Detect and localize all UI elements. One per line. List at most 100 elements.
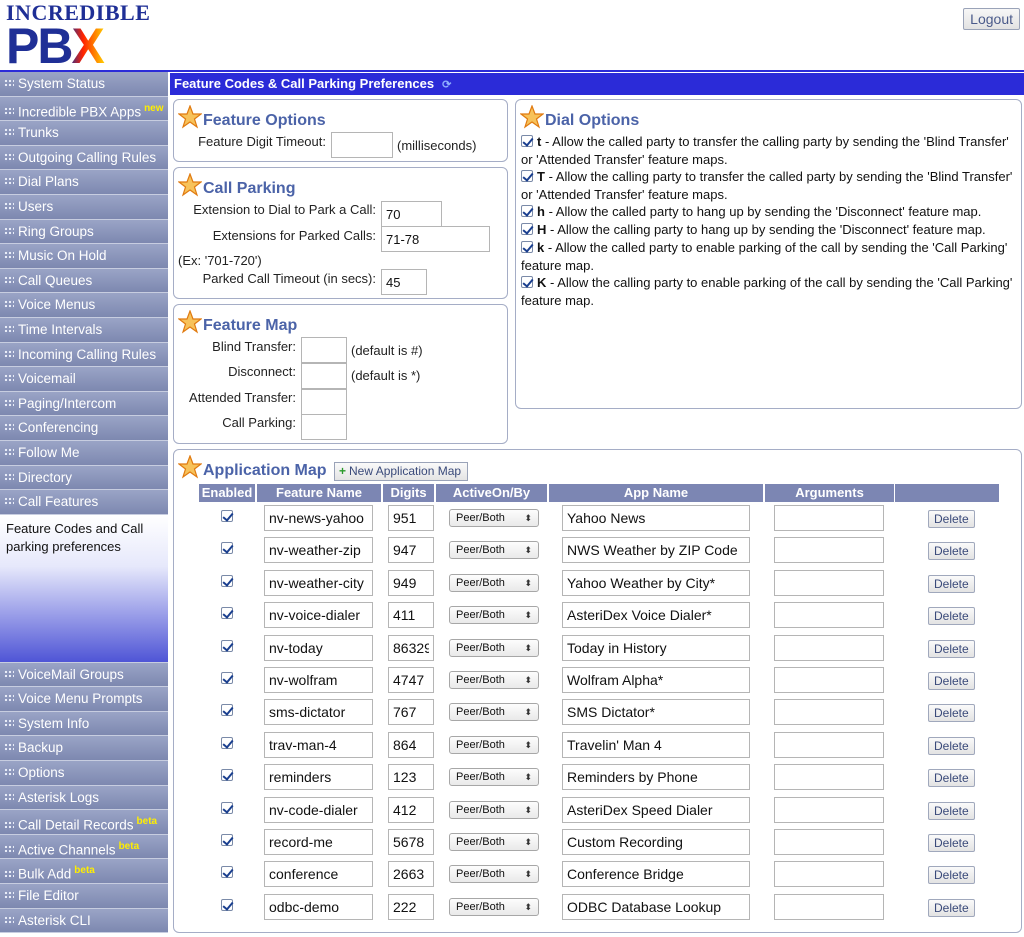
dial-option-checkbox[interactable]	[521, 205, 533, 217]
feature-name-input[interactable]	[264, 569, 373, 596]
delete-button[interactable]: Delete	[928, 834, 975, 852]
dial-option-checkbox[interactable]	[521, 223, 533, 235]
sidebar-item[interactable]: VoiceMail Groups	[0, 662, 168, 688]
feature-name-input[interactable]	[264, 829, 373, 855]
delete-button[interactable]: Delete	[928, 607, 975, 626]
delete-button[interactable]: Delete	[928, 736, 975, 755]
sidebar-item[interactable]: Ring Groups	[0, 219, 168, 245]
delete-button[interactable]: Delete	[928, 704, 975, 723]
parked-timeout-input[interactable]	[381, 269, 427, 295]
app-name-input[interactable]	[562, 505, 750, 531]
enabled-checkbox[interactable]	[221, 639, 233, 652]
arguments-input[interactable]	[774, 634, 884, 661]
disconnect-input[interactable]	[301, 363, 347, 389]
sidebar-item[interactable]: System Status	[0, 72, 168, 97]
sidebar-item[interactable]: Conferencing	[0, 416, 168, 441]
delete-button[interactable]: Delete	[928, 769, 975, 788]
app-name-input[interactable]	[562, 537, 750, 564]
feature-name-input[interactable]	[264, 764, 373, 791]
arguments-input[interactable]	[774, 699, 884, 726]
digits-input[interactable]	[388, 634, 434, 661]
active-on-select[interactable]: Peer/Both ⬍	[449, 703, 539, 722]
active-on-select[interactable]: Peer/Both ⬍	[449, 833, 539, 851]
arguments-input[interactable]	[774, 796, 884, 823]
digits-input[interactable]	[388, 602, 434, 629]
sidebar-item[interactable]: Outgoing Calling Rules	[0, 145, 168, 171]
arguments-input[interactable]	[774, 505, 884, 531]
enabled-checkbox[interactable]	[221, 801, 233, 814]
app-name-input[interactable]	[562, 764, 750, 791]
call-parking-map-input[interactable]	[301, 414, 347, 440]
app-name-input[interactable]	[562, 569, 750, 596]
arguments-input[interactable]	[774, 569, 884, 596]
logout-button[interactable]: Logout	[963, 8, 1020, 30]
digits-input[interactable]	[388, 537, 434, 564]
delete-button[interactable]: Delete	[928, 510, 975, 528]
delete-button[interactable]: Delete	[928, 542, 975, 561]
digits-input[interactable]	[388, 731, 434, 758]
sidebar-item[interactable]: Follow Me	[0, 440, 168, 466]
feature-name-input[interactable]	[264, 731, 373, 758]
active-on-select[interactable]: Peer/Both ⬍	[449, 541, 539, 560]
sidebar-item[interactable]: System Info	[0, 711, 168, 737]
feature-name-input[interactable]	[264, 505, 373, 531]
digit-timeout-input[interactable]	[331, 132, 393, 158]
feature-name-input[interactable]	[264, 699, 373, 726]
sidebar-item[interactable]: Call Detail Records beta	[0, 810, 168, 835]
arguments-input[interactable]	[774, 893, 884, 920]
sidebar-item[interactable]: Bulk Add beta	[0, 859, 168, 885]
active-on-select[interactable]: Peer/Both ⬍	[449, 638, 539, 657]
arguments-input[interactable]	[774, 861, 884, 888]
sidebar-item[interactable]: Call Queues	[0, 268, 168, 294]
refresh-icon[interactable]: ⟳	[442, 79, 451, 91]
digits-input[interactable]	[388, 796, 434, 823]
delete-button[interactable]: Delete	[928, 672, 975, 690]
enabled-checkbox[interactable]	[221, 510, 233, 522]
sidebar-item[interactable]: Users	[0, 194, 168, 220]
feature-name-input[interactable]	[264, 634, 373, 661]
sidebar-item[interactable]: File Editor	[0, 884, 168, 909]
sidebar-item[interactable]: Time Intervals	[0, 317, 168, 343]
digits-input[interactable]	[388, 829, 434, 855]
blind-transfer-input[interactable]	[301, 337, 347, 363]
new-application-map-button[interactable]: + New Application Map	[334, 462, 469, 481]
arguments-input[interactable]	[774, 731, 884, 758]
delete-button[interactable]: Delete	[928, 898, 975, 917]
enabled-checkbox[interactable]	[221, 866, 233, 879]
sidebar-item[interactable]: Voicemail	[0, 367, 168, 392]
sidebar-item[interactable]: Paging/Intercom	[0, 391, 168, 417]
app-name-input[interactable]	[562, 667, 750, 693]
app-name-input[interactable]	[562, 796, 750, 823]
digits-input[interactable]	[388, 699, 434, 726]
feature-name-input[interactable]	[264, 667, 373, 693]
enabled-checkbox[interactable]	[221, 736, 233, 749]
dial-option-checkbox[interactable]	[521, 276, 533, 288]
app-name-input[interactable]	[562, 602, 750, 629]
sidebar-item[interactable]: Incredible PBX Apps new	[0, 96, 168, 122]
enabled-checkbox[interactable]	[221, 542, 233, 555]
sidebar-item[interactable]: Asterisk Logs	[0, 785, 168, 811]
arguments-input[interactable]	[774, 764, 884, 791]
sidebar-item[interactable]: Directory	[0, 465, 168, 491]
sidebar-item[interactable]: Trunks	[0, 121, 168, 146]
active-on-select[interactable]: Peer/Both ⬍	[449, 768, 539, 787]
app-name-input[interactable]	[562, 699, 750, 726]
sidebar-item[interactable]: Backup	[0, 736, 168, 762]
attended-transfer-input[interactable]	[301, 389, 347, 415]
enabled-checkbox[interactable]	[221, 574, 233, 587]
dial-option-checkbox[interactable]	[521, 241, 533, 253]
delete-button[interactable]: Delete	[928, 801, 975, 820]
sidebar-item[interactable]: Asterisk CLI	[0, 908, 168, 934]
sidebar-item[interactable]: Incoming Calling Rules	[0, 342, 168, 368]
feature-name-input[interactable]	[264, 796, 373, 823]
active-on-select[interactable]: Peer/Both ⬍	[449, 865, 539, 884]
digits-input[interactable]	[388, 764, 434, 791]
digits-input[interactable]	[388, 861, 434, 888]
enabled-checkbox[interactable]	[221, 898, 233, 911]
ext-parked-input[interactable]	[381, 226, 490, 252]
sidebar-item[interactable]: Dial Plans	[0, 170, 168, 195]
enabled-checkbox[interactable]	[221, 769, 233, 782]
enabled-checkbox[interactable]	[221, 834, 233, 846]
active-on-select[interactable]: Peer/Both ⬍	[449, 606, 539, 625]
feature-name-input[interactable]	[264, 537, 373, 564]
